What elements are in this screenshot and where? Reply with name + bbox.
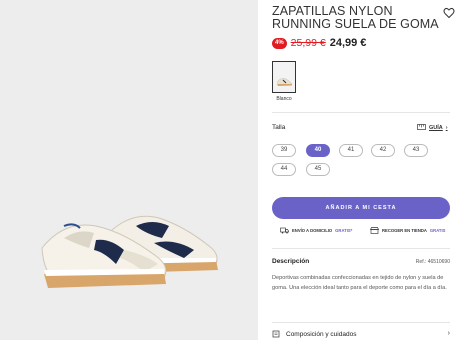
product-title: ZAPATILLAS NYLON RUNNING SUELA DE GOMA <box>272 4 439 31</box>
home-delivery-free: GRATIS* <box>335 228 353 233</box>
home-delivery-label: ENVÍO A DOMICILIO <box>292 228 333 233</box>
size-guide-link[interactable]: GUÍA › <box>417 124 448 131</box>
color-swatch-blanco[interactable] <box>272 61 296 93</box>
store-pickup-label: RECOGER EN TIENDA <box>382 228 427 233</box>
size-option-41[interactable]: 41 <box>339 144 363 157</box>
truck-icon <box>280 227 289 234</box>
divider <box>272 322 450 323</box>
store-pickup-free: GRATIS <box>429 228 446 233</box>
product-detail-panel: ZAPATILLAS NYLON RUNNING SUELA DE GOMA 4… <box>272 0 460 340</box>
divider <box>272 112 450 113</box>
size-guide-label: GUÍA <box>429 124 443 131</box>
description-heading: Descripción <box>272 258 310 265</box>
store-icon <box>370 227 379 234</box>
composition-accordion[interactable]: Composición y cuidados › <box>272 330 450 338</box>
heart-icon[interactable] <box>443 7 455 19</box>
size-option-39[interactable]: 39 <box>272 144 296 157</box>
swatch-thumbnail <box>273 62 295 92</box>
size-label: Talla <box>272 124 286 131</box>
add-to-cart-button[interactable]: AÑADIR A MI CESTA <box>272 197 450 219</box>
ruler-icon <box>417 124 426 130</box>
home-delivery-info: ENVÍO A DOMICILIO GRATIS* <box>280 227 352 234</box>
product-image <box>41 215 218 288</box>
size-option-45[interactable]: 45 <box>306 163 330 176</box>
tag-icon <box>272 330 280 338</box>
divider <box>272 248 450 249</box>
store-pickup-info: RECOGER EN TIENDA GRATIS <box>370 227 445 234</box>
current-price: 24,99 € <box>329 37 367 49</box>
composition-label: Composición y cuidados <box>286 330 357 338</box>
product-image-gallery[interactable] <box>0 0 258 340</box>
old-price: 25,99 € <box>290 37 326 49</box>
color-label: Blanco <box>276 96 292 102</box>
product-reference: Ref.: 46510690 <box>415 259 450 265</box>
chevron-right-icon: › <box>447 330 450 337</box>
discount-badge: 4% <box>272 37 287 49</box>
size-option-40[interactable]: 40 <box>306 144 330 157</box>
size-option-44[interactable]: 44 <box>272 163 296 176</box>
size-option-43[interactable]: 43 <box>404 144 428 157</box>
description-text: Deportivas combinadas confeccionadas en … <box>272 275 447 291</box>
price-row: 4% 25,99 € 24,99 € <box>272 37 366 49</box>
size-option-42[interactable]: 42 <box>371 144 395 157</box>
chevron-right-icon: › <box>445 124 448 131</box>
